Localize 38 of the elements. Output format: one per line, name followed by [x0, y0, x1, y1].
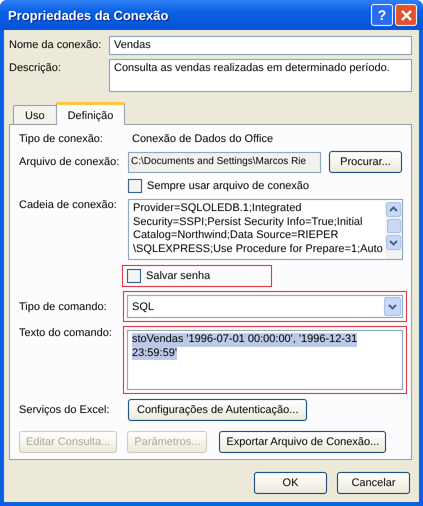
text-area[interactable]: stoVendas '1996-07-01 00:00:00', '1996-12-31 23:59:59' — [127, 330, 403, 390]
field-label: Arquivo de conexão: — [19, 156, 120, 168]
help-button[interactable]: ? — [371, 4, 393, 26]
checkbox-label: Sempre usar arquivo de conexão — [147, 180, 310, 192]
input-field[interactable]: C:\Documents and Settings\Marcos Rie — [128, 152, 321, 172]
field-label: Texto do comando: — [19, 327, 113, 339]
tab[interactable]: Uso — [13, 105, 57, 124]
scroll-up-icon[interactable] — [386, 202, 401, 217]
action-button[interactable]: Exportar Arquivo de Conexão... — [219, 431, 386, 453]
text-line: Provider=SQLOLEDB.1;Integrated — [133, 202, 302, 216]
authentication-button[interactable]: Configurações de Autenticação... — [128, 399, 308, 421]
checkbox[interactable] — [127, 269, 141, 283]
window-title: Propriedades da Conexão — [8, 8, 170, 22]
text-line: \SQLEXPRESS;Use Procedure for Prepare=1;Auto — [133, 242, 384, 256]
close-icon — [400, 8, 412, 22]
checkbox[interactable] — [128, 179, 142, 193]
scroll-thumb[interactable] — [386, 219, 400, 233]
scroll-down-icon[interactable] — [386, 235, 401, 250]
tab[interactable]: Definição — [56, 102, 126, 125]
field-label: Cadeia de conexão: — [19, 199, 118, 211]
dialog-button[interactable]: Cancelar — [337, 472, 410, 494]
field-label: Nome da conexão: — [9, 38, 102, 53]
field-value: Conexão de Dados do Office — [131, 133, 274, 145]
text-line: Security=SSPI;Persist Security Info=True;Initial — [133, 216, 364, 229]
input-field[interactable]: Consulta as vendas realizadas em determinado período. — [109, 59, 412, 92]
checkbox-label: Salvar senha — [146, 270, 210, 282]
dropdown[interactable]: SQL — [127, 295, 403, 318]
field-label: Tipo de comando: — [19, 300, 108, 312]
close-button[interactable] — [395, 4, 417, 26]
scrollbar[interactable] — [385, 202, 402, 259]
text-area[interactable]: Provider=SQLOLEDB.1;Integrated Security=SSPI;Persist Security Info=True;Initial Catalog=Northwind;Data Source=RIEPER \SQLEXPRESS;Use Procedure for Prepare=1;Auto — [128, 199, 403, 260]
input-field[interactable]: Vendas — [109, 36, 412, 55]
browse-button[interactable]: Procurar... — [329, 151, 402, 173]
field-label: Descrição: — [9, 61, 62, 76]
field-label: Tipo de conexão: — [19, 133, 104, 145]
field-label: Serviços do Excel: — [19, 404, 110, 416]
dialog-button[interactable]: OK — [254, 472, 327, 494]
text-line: Catalog=Northwind;Data Source=RIEPER — [133, 229, 340, 242]
